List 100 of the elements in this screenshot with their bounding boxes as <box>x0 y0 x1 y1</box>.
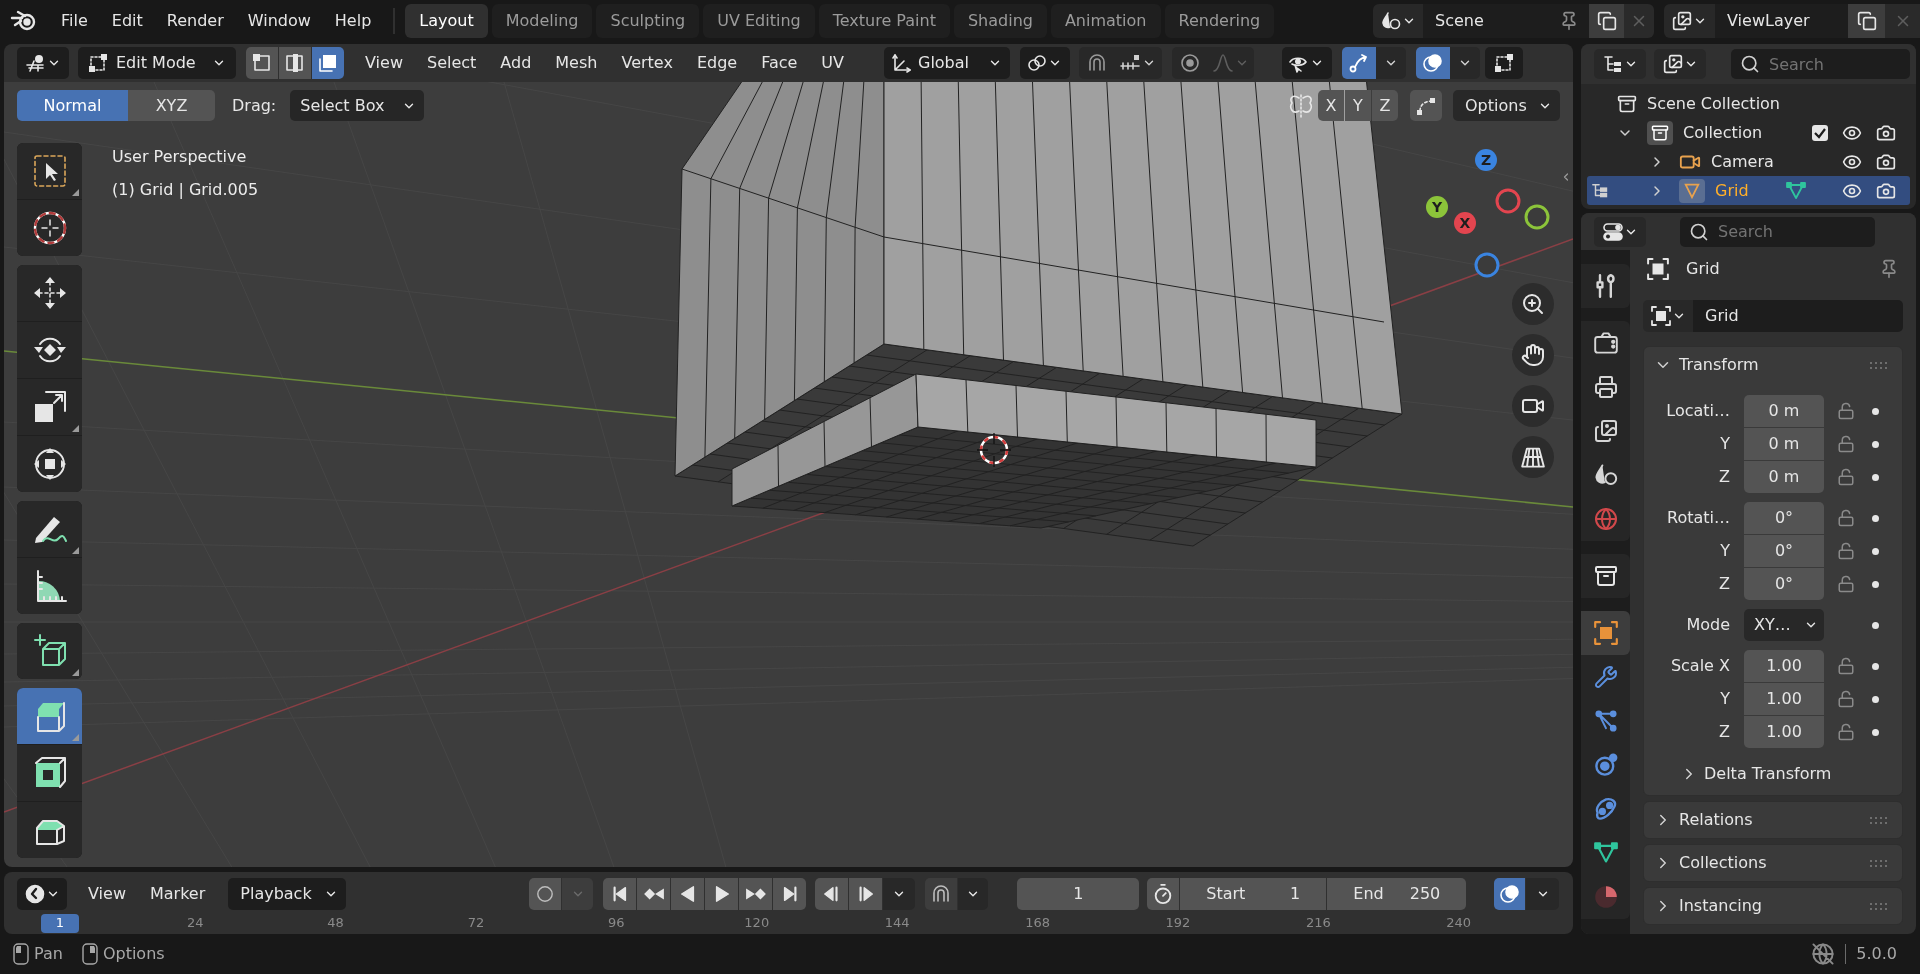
editor-type-dropdown[interactable] <box>1594 216 1646 247</box>
rotation-mode-dropdown[interactable]: XY… <box>1744 609 1824 641</box>
play-button[interactable] <box>705 878 739 910</box>
number-field[interactable]: 0° <box>1744 568 1824 600</box>
jump-to-end-button[interactable] <box>773 878 807 910</box>
play-reverse-button[interactable] <box>671 878 705 910</box>
panel-header[interactable]: Transform <box>1644 347 1902 383</box>
filter-dropdown[interactable] <box>1654 49 1706 79</box>
proportional-edit-toggle[interactable] <box>1172 47 1208 79</box>
orientation-toggle[interactable]: XYZ <box>128 90 215 121</box>
pivot-dropdown[interactable] <box>1020 47 1070 79</box>
number-field[interactable]: 0° <box>1744 502 1824 534</box>
unlock-icon[interactable] <box>1837 402 1855 420</box>
auto-merge-button[interactable] <box>1410 90 1442 121</box>
tool-button[interactable] <box>17 623 82 679</box>
menu-item[interactable]: Edit <box>99 5 155 37</box>
jump-to-start-button[interactable] <box>603 878 637 910</box>
next-frame-button[interactable] <box>849 878 883 910</box>
menu-item[interactable]: Vertex <box>609 47 685 79</box>
axis-ball-icon[interactable] <box>1474 252 1500 278</box>
number-field[interactable]: 1.00 <box>1744 716 1824 748</box>
tool-button[interactable] <box>17 200 82 256</box>
number-field[interactable]: 1.00 <box>1744 683 1824 715</box>
editor-type-dropdown[interactable] <box>17 47 69 79</box>
orientation-toggle[interactable]: Normal <box>17 90 128 121</box>
current-frame-field[interactable]: 1 <box>1017 878 1140 910</box>
outliner-row[interactable]: Camera <box>1587 147 1910 176</box>
outliner-row[interactable]: Grid <box>1587 176 1910 205</box>
orientation-dropdown[interactable]: Global <box>884 47 1010 79</box>
copy-button[interactable] <box>1589 4 1624 38</box>
outliner-row[interactable]: Collection <box>1587 118 1910 147</box>
snap-toggle[interactable] <box>1079 47 1115 79</box>
mode-dropdown[interactable]: Edit Mode <box>78 47 236 79</box>
pan-button[interactable] <box>1512 334 1554 376</box>
search-field[interactable]: Search <box>1731 49 1910 79</box>
copy-button[interactable] <box>1848 4 1885 38</box>
menu-item[interactable]: Help <box>322 5 384 37</box>
select-mode-button[interactable] <box>312 47 344 79</box>
mirror-axis-toggle[interactable]: Z <box>1372 90 1398 121</box>
unlock-icon[interactable] <box>1837 542 1855 560</box>
zoom-button[interactable] <box>1512 283 1554 325</box>
unlock-icon[interactable] <box>1837 723 1855 741</box>
unlock-icon[interactable] <box>1837 509 1855 527</box>
end-frame-field[interactable]: End 250 <box>1327 878 1467 910</box>
pin-icon[interactable] <box>1879 259 1899 279</box>
axis-button[interactable]: X <box>1454 212 1476 234</box>
tool-button[interactable] <box>17 501 82 557</box>
menu-item[interactable]: Mesh <box>543 47 610 79</box>
tool-button[interactable] <box>17 265 82 321</box>
workspace-tab[interactable]: Rendering <box>1164 4 1275 38</box>
workspace-tab[interactable]: Modeling <box>491 4 593 38</box>
tool-button[interactable] <box>17 436 82 492</box>
start-frame-field[interactable]: Start 1 <box>1180 878 1327 910</box>
number-field[interactable]: 0° <box>1744 535 1824 567</box>
tool-button[interactable] <box>17 558 82 614</box>
options-dropdown[interactable]: Options <box>1453 90 1560 121</box>
auto-keying-toggle[interactable] <box>529 878 562 910</box>
menu-item[interactable]: View <box>76 882 138 906</box>
unlock-icon[interactable] <box>1837 435 1855 453</box>
tool-button[interactable] <box>17 143 82 199</box>
number-field[interactable]: 0 m <box>1744 428 1824 460</box>
menu-item[interactable]: Edge <box>684 47 750 79</box>
tool-button[interactable] <box>17 802 82 858</box>
snap-increment-dropdown[interactable] <box>1115 47 1162 79</box>
editor-type-dropdown[interactable] <box>17 878 67 910</box>
select-mode-button[interactable] <box>279 47 311 79</box>
menu-item[interactable]: Marker <box>137 882 218 906</box>
next-keyframe-button[interactable] <box>739 878 773 910</box>
exclude-checkbox[interactable] <box>1812 124 1828 141</box>
axis-button[interactable]: Z <box>1475 149 1497 171</box>
unlock-icon[interactable] <box>1837 468 1855 486</box>
search-field[interactable]: Search <box>1680 216 1875 247</box>
workspace-tab[interactable]: Layout <box>405 4 488 38</box>
previous-keyframe-button[interactable] <box>637 878 671 910</box>
workspace-tab[interactable]: Sculpting <box>596 4 700 38</box>
workspace-tab[interactable]: Texture Paint <box>818 4 950 38</box>
workspace-tab[interactable]: Shading <box>953 4 1047 38</box>
menu-item[interactable]: Select <box>414 47 489 79</box>
tool-button[interactable] <box>17 322 82 378</box>
subpanel-header[interactable]: Delta Transform <box>1644 757 1902 791</box>
menu-item[interactable]: Face <box>749 47 810 79</box>
unlock-icon[interactable] <box>1837 690 1855 708</box>
number-field[interactable]: 1.00 <box>1744 650 1824 682</box>
visibility-dropdown[interactable] <box>1282 47 1332 79</box>
overlays-toggle[interactable] <box>1494 878 1526 910</box>
menu-item[interactable]: File <box>49 5 100 37</box>
menu-item[interactable]: View <box>353 47 415 79</box>
current-frame-indicator[interactable]: 1 <box>41 913 79 933</box>
menu-item[interactable]: Window <box>235 5 323 37</box>
tool-button[interactable] <box>17 745 82 801</box>
outliner-row[interactable]: Scene Collection <box>1587 89 1910 118</box>
camera-view-button[interactable] <box>1512 385 1554 427</box>
mirror-axis-toggle[interactable]: X <box>1318 90 1344 121</box>
view-layer-dropdown[interactable] <box>1664 4 1715 38</box>
overlays-toggle[interactable] <box>1416 47 1450 79</box>
menu-item[interactable]: Render <box>154 5 236 37</box>
axis-ball-icon[interactable] <box>1495 188 1521 214</box>
data-block-dropdown[interactable] <box>1643 300 1693 332</box>
mesh-overlays-button[interactable] <box>1485 47 1523 79</box>
perspective-toggle[interactable] <box>1512 436 1554 478</box>
